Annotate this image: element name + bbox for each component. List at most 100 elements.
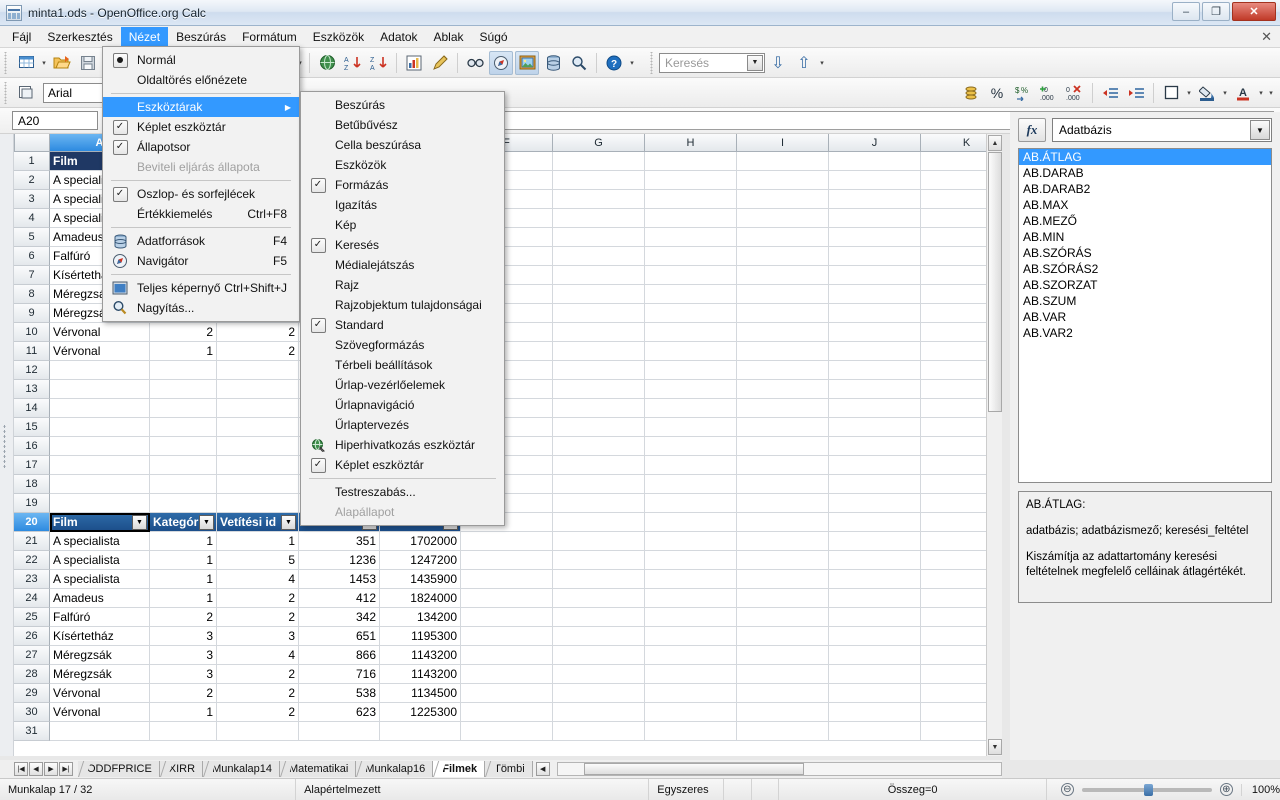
sheet-tab-munkalap14[interactable]: Munkalap14 — [203, 761, 280, 777]
split-handle[interactable] — [3, 424, 9, 470]
column-header-j[interactable]: J — [829, 134, 921, 152]
minimize-button[interactable]: – — [1172, 2, 1200, 21]
filter-header-cell[interactable] — [737, 513, 829, 532]
zoom-slider-knob[interactable] — [1143, 783, 1153, 796]
grid-cell[interactable] — [553, 342, 645, 361]
add-decimal-icon[interactable]: 0.000 — [1037, 81, 1061, 105]
table-cell[interactable]: 716 — [299, 665, 380, 684]
table-cell[interactable] — [461, 551, 553, 570]
grid-cell[interactable] — [553, 475, 645, 494]
row-header-6[interactable]: 6 — [14, 247, 50, 266]
row-header-7[interactable]: 7 — [14, 266, 50, 285]
table-cell[interactable]: 1 — [150, 532, 217, 551]
grid-cell[interactable] — [737, 418, 829, 437]
grid-cell[interactable] — [150, 475, 217, 494]
hyperlink-icon[interactable] — [315, 51, 339, 75]
table-cell[interactable] — [829, 646, 921, 665]
grid-cell[interactable] — [217, 380, 299, 399]
grid-cell[interactable] — [829, 437, 921, 456]
grid-cell[interactable] — [217, 475, 299, 494]
find-previous-icon[interactable]: ⇧ — [792, 51, 816, 75]
menu-item-teljes-k-perny[interactable]: Teljes képernyő Ctrl+Shift+J — [103, 278, 299, 298]
page-style-status[interactable]: Alapértelmezett — [296, 778, 650, 800]
draw-functions-icon[interactable] — [428, 51, 452, 75]
table-cell[interactable] — [829, 627, 921, 646]
row-header-8[interactable]: 8 — [14, 285, 50, 304]
table-cell[interactable]: A specialista — [50, 532, 150, 551]
view-menu-dropdown[interactable]: Normál Oldaltörés előnézete Eszköztárak ▶ ✓ K… — [102, 46, 300, 322]
vertical-scrollbar[interactable]: ▲ ▼ — [986, 134, 1002, 756]
maximize-button[interactable]: ❐ — [1202, 2, 1230, 21]
grid-cell[interactable] — [553, 380, 645, 399]
grid-cell[interactable] — [217, 456, 299, 475]
grid-cell[interactable] — [150, 456, 217, 475]
grid-cell[interactable] — [645, 152, 737, 171]
function-list-item[interactable]: AB.DARAB — [1019, 165, 1271, 181]
table-cell[interactable]: 1247200 — [380, 551, 461, 570]
table-cell[interactable] — [380, 722, 461, 741]
decrease-indent-icon[interactable] — [1098, 81, 1122, 105]
row-header-29[interactable]: 29 — [14, 684, 50, 703]
grid-cell[interactable] — [737, 323, 829, 342]
menu-item-norm-l[interactable]: Normál — [103, 50, 299, 70]
filter-header-cell[interactable] — [645, 513, 737, 532]
grid-cell[interactable] — [829, 247, 921, 266]
grid-cell[interactable] — [150, 380, 217, 399]
row-header-19[interactable]: 19 — [14, 494, 50, 513]
table-cell[interactable] — [829, 608, 921, 627]
table-cell[interactable]: 3 — [150, 646, 217, 665]
sheet-tab-munkalap16[interactable]: Munkalap16 — [356, 761, 434, 777]
table-cell[interactable]: 351 — [299, 532, 380, 551]
table-cell[interactable]: Vérvonal — [50, 684, 150, 703]
row-header-12[interactable]: 12 — [14, 361, 50, 380]
table-cell[interactable] — [461, 608, 553, 627]
menu-item-t-rbeli-be-ll-t-sok[interactable]: Térbeli beállítások — [301, 355, 504, 375]
grid-cell[interactable] — [737, 190, 829, 209]
menu-item-formatum[interactable]: Formátum — [234, 27, 305, 47]
grid-cell[interactable] — [553, 171, 645, 190]
grid-cell[interactable] — [737, 361, 829, 380]
grid-cell[interactable] — [829, 266, 921, 285]
grid-cell[interactable] — [829, 323, 921, 342]
menu-item-k-plet-eszk-zt-r[interactable]: ✓ Képlet eszköztár — [103, 117, 299, 137]
table-cell[interactable] — [461, 627, 553, 646]
table-cell[interactable] — [737, 627, 829, 646]
menu-item-m-dialej-tsz-s[interactable]: Médialejátszás — [301, 255, 504, 275]
table-cell[interactable] — [737, 722, 829, 741]
table-cell[interactable]: 3 — [217, 627, 299, 646]
table-cell[interactable] — [737, 532, 829, 551]
search-toolbar-grip[interactable] — [649, 51, 656, 74]
table-cell[interactable] — [461, 684, 553, 703]
menu-item-eszk-z-k[interactable]: Eszközök — [301, 155, 504, 175]
function-list-item[interactable]: AB.VAR2 — [1019, 325, 1271, 341]
table-cell[interactable] — [461, 722, 553, 741]
table-cell[interactable] — [553, 627, 645, 646]
table-cell[interactable]: 1 — [150, 570, 217, 589]
grid-cell[interactable] — [829, 190, 921, 209]
zoom-level-status[interactable]: 100% — [1240, 783, 1280, 796]
grid-cell[interactable] — [553, 209, 645, 228]
table-cell[interactable] — [299, 722, 380, 741]
table-cell[interactable]: 2 — [217, 608, 299, 627]
table-cell[interactable]: Amadeus — [50, 589, 150, 608]
table-cell[interactable] — [829, 684, 921, 703]
search-dropdown-arrow[interactable]: ▼ — [747, 54, 763, 71]
grid-cell[interactable] — [645, 342, 737, 361]
table-cell[interactable]: 1 — [150, 703, 217, 722]
table-cell[interactable]: 412 — [299, 589, 380, 608]
table-cell[interactable] — [645, 608, 737, 627]
table-cell[interactable]: 1134500 — [380, 684, 461, 703]
table-cell[interactable] — [829, 722, 921, 741]
grid-cell[interactable] — [553, 361, 645, 380]
grid-cell[interactable] — [645, 380, 737, 399]
table-cell[interactable]: 1143200 — [380, 665, 461, 684]
grid-cell[interactable] — [645, 285, 737, 304]
table-cell[interactable] — [50, 722, 150, 741]
sheet-tab-matematikai[interactable]: Matematikai — [280, 761, 357, 777]
row-header-17[interactable]: 17 — [14, 456, 50, 475]
function-list-item[interactable]: AB.MAX — [1019, 197, 1271, 213]
table-cell[interactable]: 1195300 — [380, 627, 461, 646]
table-cell[interactable] — [553, 532, 645, 551]
table-cell[interactable] — [150, 722, 217, 741]
new-dropdown-arrow[interactable]: ▾ — [39, 51, 49, 75]
